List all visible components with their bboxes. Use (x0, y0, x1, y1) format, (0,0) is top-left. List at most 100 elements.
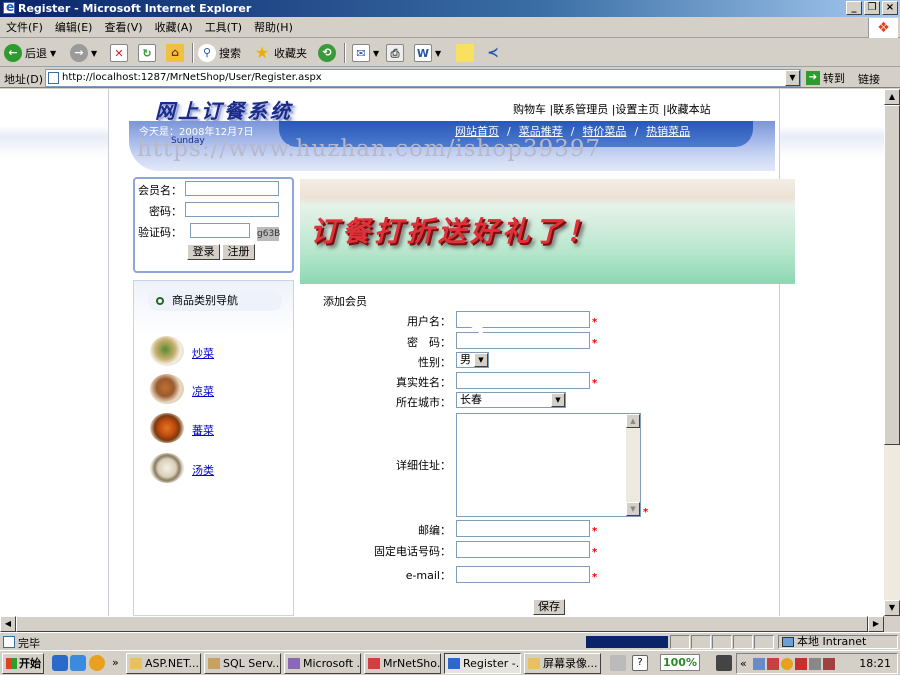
required-mark: * (592, 547, 598, 558)
dish-image (150, 336, 184, 366)
username-label: 用户名： (407, 315, 451, 328)
menu-view[interactable]: 查看(V) (98, 18, 148, 38)
promo-text: 订餐打折送好礼了！ (310, 215, 599, 248)
city-select[interactable]: 长春 ▼ (456, 392, 566, 408)
nav-hot-link[interactable]: 热销菜品 (646, 125, 690, 138)
menu-favorites[interactable]: 收藏(A) (149, 18, 199, 38)
mail-button[interactable]: ✉ ▼ (352, 42, 379, 64)
back-button[interactable]: ← 后退 ▼ (4, 42, 56, 64)
messenger-icon: ≺ (487, 45, 499, 61)
forward-dropdown-icon: ▼ (91, 48, 98, 58)
realname-input[interactable] (456, 372, 590, 389)
menu-help[interactable]: 帮助(H) (248, 18, 299, 38)
help-icon[interactable]: ? (632, 655, 648, 671)
save-button[interactable]: 保存 (533, 599, 565, 615)
explorer-quicklaunch-icon[interactable] (70, 655, 86, 671)
minimize-button[interactable]: _ (846, 1, 862, 15)
task-screen-recorder[interactable]: 屏幕录像... (524, 653, 601, 674)
qq-quicklaunch-icon[interactable] (89, 655, 105, 671)
captcha-input[interactable] (190, 223, 250, 238)
maximize-button[interactable]: ❐ (864, 1, 880, 15)
required-mark: * (592, 317, 598, 328)
plug-icon[interactable] (716, 655, 732, 671)
status-pane (754, 635, 774, 649)
back-dropdown-icon: ▼ (50, 48, 57, 58)
page-viewport: 网上订餐系统 购物车 |联系管理员 |设置主页 |收藏本站 今天是：2008年1… (0, 89, 884, 616)
scroll-right-icon[interactable]: ▶ (868, 616, 884, 632)
page-vertical-scrollbar[interactable]: ▲ ▼ (884, 89, 900, 616)
scroll-thumb[interactable] (16, 616, 868, 632)
address-dropdown-icon[interactable]: ▼ (785, 70, 800, 86)
start-button[interactable]: 开始 (2, 653, 44, 674)
top-links[interactable]: 购物车 |联系管理员 |设置主页 |收藏本站 (513, 101, 711, 117)
menu-file[interactable]: 文件(F) (0, 18, 49, 38)
notes-button[interactable] (456, 42, 474, 64)
refresh-button[interactable]: ↻ (138, 42, 156, 64)
scroll-down-icon[interactable]: ▼ (884, 600, 900, 616)
qq-icon[interactable] (781, 658, 793, 670)
security-icon[interactable] (767, 658, 779, 670)
scroll-up-icon[interactable]: ▲ (626, 414, 640, 428)
edit-button[interactable]: W ▼ (414, 42, 441, 64)
scroll-down-icon[interactable]: ▼ (626, 502, 640, 516)
scroll-left-icon[interactable]: ◀ (0, 616, 16, 632)
window-titlebar: Register - Microsoft Internet Explorer _… (0, 0, 900, 17)
password-input[interactable] (185, 202, 279, 217)
go-button[interactable]: ➔ 转到 (806, 70, 845, 86)
menu-edit[interactable]: 编辑(E) (49, 18, 99, 38)
required-mark: * (592, 572, 598, 583)
address-input[interactable]: http://localhost:1287/MrNetShop/User/Reg… (45, 69, 801, 87)
messenger-button[interactable]: ≺ (484, 42, 502, 64)
email-input[interactable] (456, 566, 590, 583)
chevron-left-icon[interactable]: « (740, 657, 747, 670)
category-link[interactable]: 炒菜 (192, 345, 214, 361)
category-link[interactable]: 汤类 (192, 462, 214, 478)
task-mrnetshop[interactable]: MrNetSho... (364, 653, 441, 674)
login-button[interactable]: 登录 (187, 244, 220, 260)
recorder-icon[interactable] (823, 658, 835, 670)
forward-button[interactable]: → ▼ (70, 42, 97, 64)
history-button[interactable]: ⟲ (318, 42, 336, 64)
postcode-input[interactable] (456, 520, 590, 537)
search-button[interactable]: ⚲ 搜索 (198, 42, 241, 64)
address-textarea[interactable]: ▲ ▼ (456, 413, 641, 517)
gender-select[interactable]: 男 ▼ (456, 352, 489, 368)
category-link[interactable]: 凉菜 (192, 383, 214, 399)
antivirus-icon[interactable] (795, 658, 807, 670)
task-register[interactable]: Register -... (444, 653, 521, 674)
category-link[interactable]: 蕃菜 (192, 422, 214, 438)
refresh-icon: ↻ (138, 44, 156, 62)
category-item: 凉菜 (150, 374, 280, 406)
home-button[interactable]: ⌂ (166, 42, 184, 64)
category-box: 商品类别导航 炒菜 凉菜 蕃菜 汤类 (133, 280, 294, 616)
form-title: 添加会员 (323, 295, 367, 308)
print-button[interactable]: ⎙ (386, 42, 404, 64)
task-microsoft[interactable]: Microsoft ... (284, 653, 361, 674)
stop-button[interactable]: ✕ (110, 42, 128, 64)
keyboard-icon[interactable] (610, 655, 626, 671)
task-sqlserver[interactable]: SQL Serv... (204, 653, 281, 674)
progress-bar (586, 636, 668, 648)
edit-dropdown-icon: ▼ (435, 48, 442, 58)
favorites-button[interactable]: ★ 收藏夹 (253, 42, 307, 64)
windows-logo-icon: ❖ (868, 18, 898, 38)
history-icon: ⟲ (318, 44, 336, 62)
ie-quicklaunch-icon[interactable] (52, 655, 68, 671)
search-icon: ⚲ (198, 44, 216, 62)
close-button[interactable]: × (882, 1, 898, 15)
volume-icon[interactable] (809, 658, 821, 670)
dish-image (150, 453, 184, 483)
network-icon[interactable] (753, 658, 765, 670)
member-name-input[interactable] (185, 181, 279, 196)
register-button[interactable]: 注册 (222, 244, 255, 260)
menu-tools[interactable]: 工具(T) (199, 18, 248, 38)
required-mark: * (643, 507, 649, 518)
chevron-right-icon[interactable]: » (112, 656, 119, 669)
textarea-scrollbar[interactable]: ▲ ▼ (626, 414, 640, 516)
page-horizontal-scrollbar[interactable]: ◀ ▶ (0, 616, 884, 632)
scroll-up-icon[interactable]: ▲ (884, 89, 900, 105)
phone-input[interactable] (456, 541, 590, 558)
task-aspnet[interactable]: ASP.NET... (126, 653, 201, 674)
links-button[interactable]: 链接 (858, 71, 880, 87)
scroll-thumb[interactable] (884, 105, 900, 445)
